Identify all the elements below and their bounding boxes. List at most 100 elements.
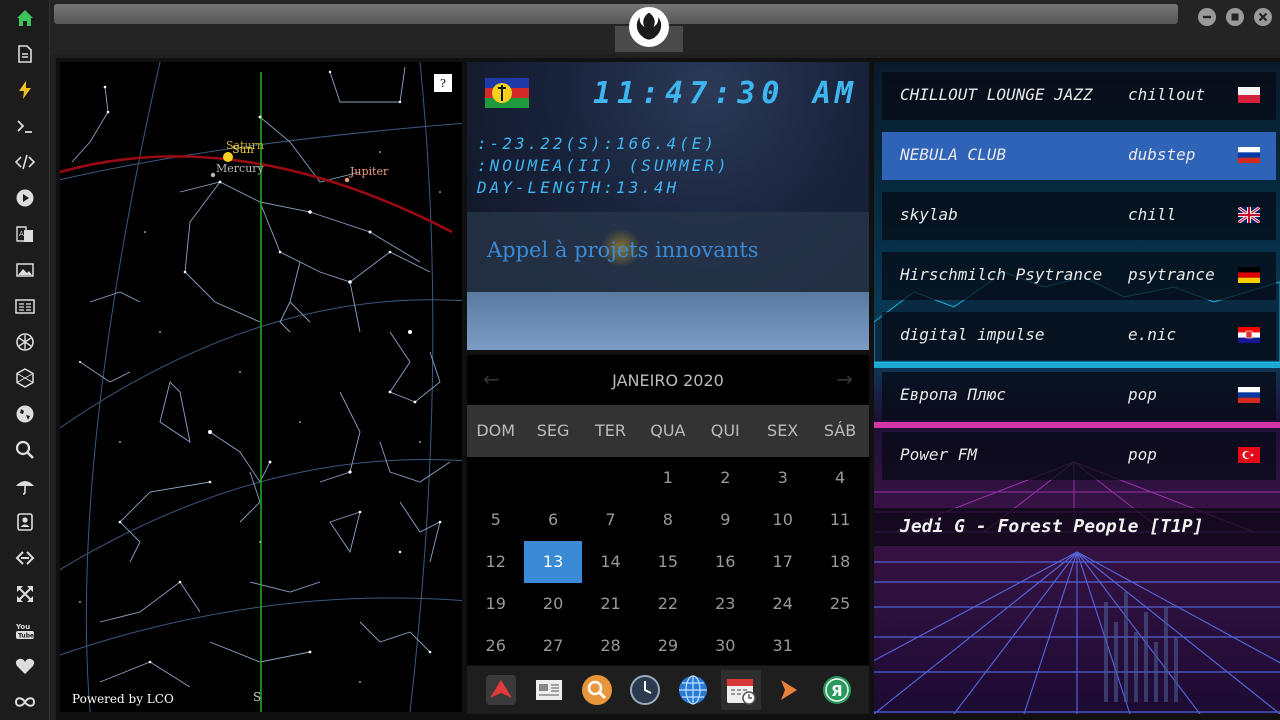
calendar-day[interactable]: 18 [811,541,868,583]
star-map-canvas: Saturn Sun Mercury Jupiter [60,62,462,712]
hexagon-icon[interactable] [14,367,36,389]
yandex-icon[interactable]: Я [817,670,857,710]
station-genre: pop [1128,445,1157,464]
now-playing-title: Jedi G - Forest People [T1P] [900,516,1204,537]
station-row[interactable]: Hirschmilch Psytrance psytrance [882,252,1276,300]
station-genre: psytrance [1128,265,1215,284]
banner-text[interactable]: Appel à projets innovants [487,238,759,262]
calendar-day[interactable]: 6 [524,499,581,541]
link-icon[interactable] [14,547,36,569]
germany-flag-icon [1238,267,1260,283]
calendar-day[interactable]: 24 [754,583,811,625]
calendar-weekdays: DOM SEG TER QUA QUI SEX SÁB [467,405,869,457]
calendar-day-today[interactable]: 13 [524,541,582,583]
calendar-day[interactable]: 12 [467,541,524,583]
calendar-day[interactable]: 31 [754,625,811,667]
radio-panel: CHILLOUT LOUNGE JAZZ chillout NEBULA CLU… [874,62,1280,714]
powered-by-label[interactable]: Powered by LCO [72,692,174,706]
station-row[interactable]: digital impulse e.nic [882,312,1276,360]
station-name: NEBULA CLUB [900,145,1006,164]
heart-icon[interactable] [14,655,36,677]
minimize-icon[interactable] [1198,8,1216,26]
uk-flag-icon [1238,207,1260,223]
home-icon[interactable] [14,7,36,29]
app-dock: Я [467,666,869,714]
calendar-header: ← JANEIRO 2020 → [467,355,869,405]
clock-icon[interactable] [625,670,665,710]
umbrella-icon[interactable] [14,475,36,497]
calendar-day[interactable]: 8 [639,499,696,541]
calendar-icon[interactable] [721,670,761,710]
close-icon[interactable] [1254,8,1272,26]
code-icon[interactable] [14,151,36,173]
address-bar[interactable] [54,4,1178,24]
star-map[interactable]: Saturn Sun Mercury Jupiter ? Powered by … [60,62,462,712]
calendar-next-button[interactable]: → [836,367,853,391]
station-row[interactable]: skylab chill [882,192,1276,240]
world-clock-panel: 11:47:30 AM :-23.22(S):166.4(E) :NOUMEA(… [467,62,869,350]
atom-icon[interactable] [14,331,36,353]
calendar-day[interactable]: 17 [754,541,811,583]
newspaper-icon[interactable] [529,670,569,710]
globe-app-icon[interactable] [673,670,713,710]
maximize-icon[interactable] [1226,8,1244,26]
station-name: Европа Плюс [900,385,1006,404]
calendar-day[interactable]: 27 [524,625,581,667]
calendar-day[interactable]: 1 [639,457,696,499]
calendar-day[interactable]: 28 [582,625,639,667]
calendar-day[interactable]: 2 [697,457,754,499]
station-genre: e.nic [1128,325,1177,344]
calendar-day[interactable]: 20 [524,583,581,625]
play-icon[interactable] [14,187,36,209]
calendar-day[interactable]: 9 [697,499,754,541]
rebel-alliance-icon[interactable] [629,7,669,47]
croatia-flag-icon [1238,327,1260,343]
new-caledonia-flag-icon [485,78,529,108]
planet-mercury-label: Mercury [216,162,265,175]
calendar-day[interactable]: 14 [582,541,639,583]
document-icon[interactable] [14,43,36,65]
svg-text:Я: Я [831,682,843,700]
calendar-day[interactable]: 11 [811,499,868,541]
magnifier-icon[interactable] [577,670,617,710]
top-bar [50,0,1280,54]
station-name: Power FM [900,445,978,464]
youtube-icon[interactable]: You Tube [14,619,36,641]
calendar-day[interactable]: 3 [754,457,811,499]
calendar-day[interactable]: 15 [639,541,696,583]
calendar-day[interactable]: 7 [582,499,639,541]
station-row[interactable]: Европа Плюс pop [882,372,1276,420]
station-name: Hirschmilch Psytrance [900,265,1103,284]
calendar-day[interactable]: 21 [582,583,639,625]
planet-jupiter-label: Jupiter [349,165,389,178]
search-icon[interactable] [14,439,36,461]
infinity-icon[interactable] [14,691,36,713]
arrow-app-icon[interactable] [481,670,521,710]
calendar-day[interactable]: 16 [697,541,754,583]
calendar-day[interactable]: 10 [754,499,811,541]
terminal-icon[interactable] [14,115,36,137]
translate-icon[interactable]: A [14,223,36,245]
contacts-icon[interactable] [14,511,36,533]
expand-icon[interactable] [14,583,36,605]
station-row[interactable]: CHILLOUT LOUNGE JAZZ chillout [882,72,1276,120]
news-banner[interactable]: Appel à projets innovants [467,212,869,292]
help-button[interactable]: ? [434,74,452,92]
calendar-day[interactable]: 26 [467,625,524,667]
calendar-day[interactable]: 5 [467,499,524,541]
calendar-day[interactable]: 19 [467,583,524,625]
globe-icon[interactable] [14,403,36,425]
news-icon[interactable] [14,295,36,317]
calendar-day[interactable]: 29 [639,625,696,667]
calendar-day[interactable]: 4 [811,457,868,499]
svg-text:Tube: Tube [18,633,34,640]
calendar-day[interactable]: 25 [811,583,868,625]
lightning-icon[interactable] [14,79,36,101]
station-row[interactable]: Power FM pop [882,432,1276,480]
calendar-day[interactable]: 22 [639,583,696,625]
play-arrow-icon[interactable] [769,670,809,710]
calendar-day[interactable]: 30 [697,625,754,667]
calendar-day[interactable]: 23 [697,583,754,625]
image-icon[interactable] [14,259,36,281]
station-row[interactable]: NEBULA CLUB dubstep [882,132,1276,180]
